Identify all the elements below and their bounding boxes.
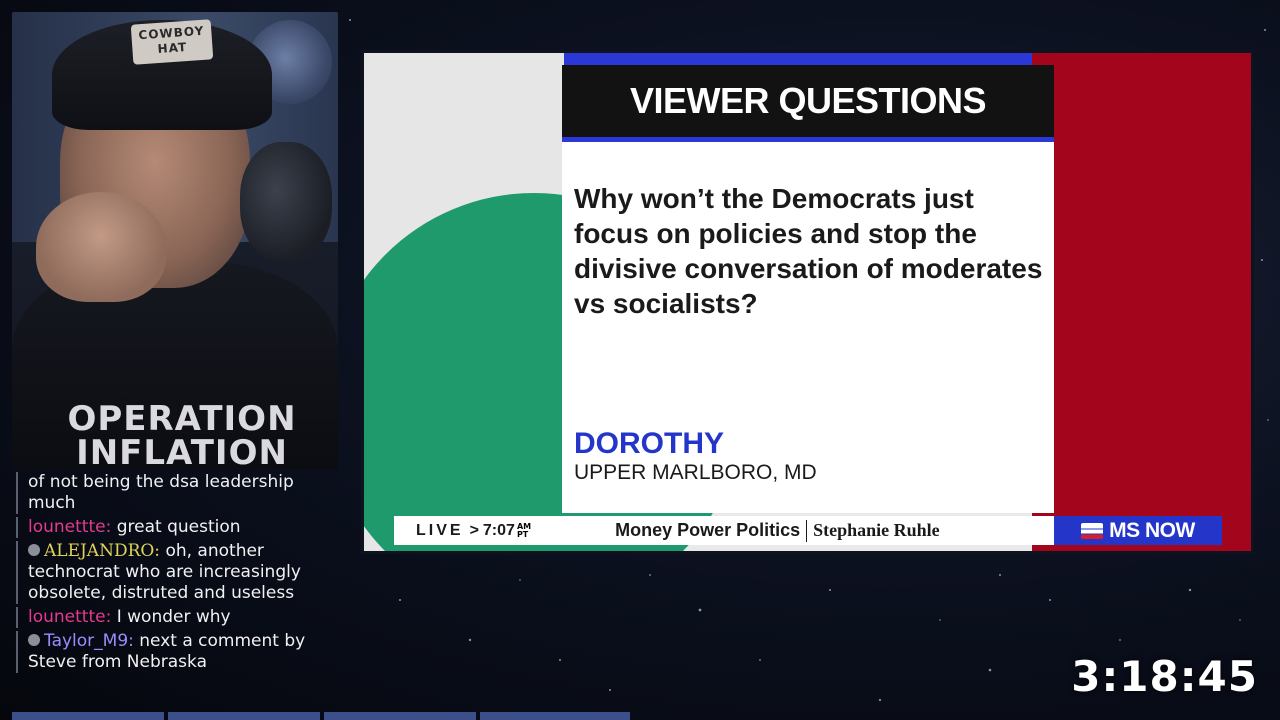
progress-segment (168, 712, 320, 720)
broadcast-screen: VIEWER QUESTIONS Why won’t the Democrats… (364, 53, 1251, 551)
progress-segment (12, 712, 164, 720)
microphone (240, 142, 332, 262)
viewer-location: UPPER MARLBORO, MD (574, 461, 817, 484)
chat-username: ALEJANDRO: (44, 541, 161, 561)
show-name: Money Power Politics (615, 520, 801, 540)
background-panel-red (1032, 53, 1251, 551)
chat-message: Taylor_M9: next a comment by Steve from … (16, 631, 346, 673)
progress-segment (480, 712, 630, 720)
live-label: LIVE (416, 521, 464, 539)
viewer-name: DOROTHY (574, 427, 724, 460)
cap-patch-text: COWBOY HAT (138, 23, 205, 57)
broadcast-frame: VIEWER QUESTIONS Why won’t the Democrats… (361, 50, 1254, 554)
ticker-divider (806, 519, 808, 542)
host-name: Stephanie Ruhle (813, 520, 940, 540)
shirt-print-text: OPERATION INFLATION (67, 399, 297, 470)
network-name: MS NOW (1109, 518, 1195, 542)
bottom-progress-segments (0, 712, 682, 720)
card-header: VIEWER QUESTIONS (562, 65, 1054, 142)
lower-third-ticker: LIVE > 7:07 AM PT Money Power Politics S… (394, 516, 1222, 545)
streamer-cap: COWBOY HAT (52, 19, 272, 130)
flag-logo-icon (1081, 522, 1104, 539)
stream-timer: 3:18:45 (1071, 652, 1258, 701)
user-badge-icon (28, 634, 40, 646)
chat-message: lounettte: great question (16, 517, 346, 538)
broadcast-time: 7:07 (482, 521, 515, 539)
time-zone-label: AM PT (516, 522, 531, 539)
chat-text: of not being the dsa leadership much (28, 472, 294, 513)
background-strip-blue (564, 53, 1084, 65)
chat-message: ALEJANDRO: oh, another technocrat who ar… (16, 541, 346, 604)
streamer-hand (36, 192, 166, 302)
cap-patch: COWBOY HAT (130, 19, 214, 65)
chat-username: Taylor_M9: (44, 631, 134, 651)
timezone-label: PT (516, 529, 529, 539)
progress-segment (324, 712, 476, 720)
chat-username: lounettte: (28, 517, 112, 537)
chat-message: lounettte: I wonder why (16, 607, 346, 628)
chat-username: lounettte: (28, 607, 112, 627)
user-badge-icon (28, 544, 40, 556)
viewer-question-card: VIEWER QUESTIONS Why won’t the Democrats… (562, 65, 1054, 513)
card-title: VIEWER QUESTIONS (629, 80, 987, 121)
chat-overlay: of not being the dsa leadership much lou… (16, 472, 346, 708)
webcam-feed: OPERATION INFLATION COWBOY HAT (12, 12, 338, 470)
chat-message: of not being the dsa leadership much (16, 472, 346, 514)
network-logo: MS NOW (1054, 516, 1222, 545)
chat-text: I wonder why (116, 607, 231, 627)
chat-text: great question (116, 517, 241, 537)
viewer-question-text: Why won’t the Democrats just focus on po… (574, 183, 1043, 319)
ticker-arrow: > (469, 521, 479, 539)
